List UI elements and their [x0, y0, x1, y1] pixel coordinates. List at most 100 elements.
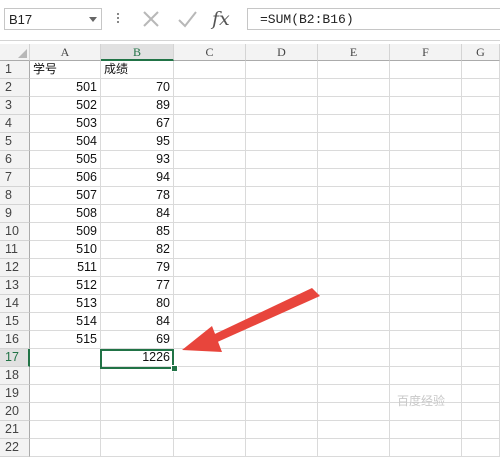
- cell-g11[interactable]: [462, 241, 500, 259]
- cell-b11[interactable]: 82: [101, 241, 174, 259]
- cell-c5[interactable]: [174, 133, 246, 151]
- cell-d7[interactable]: [246, 169, 318, 187]
- cell-c9[interactable]: [174, 205, 246, 223]
- cell-c16[interactable]: [174, 331, 246, 349]
- cell-g4[interactable]: [462, 115, 500, 133]
- cell-f10[interactable]: [390, 223, 462, 241]
- cell-d16[interactable]: [246, 331, 318, 349]
- cell-b17-total[interactable]: 1226: [101, 349, 174, 367]
- cell-b10[interactable]: 85: [101, 223, 174, 241]
- resize-handle-icon[interactable]: [116, 11, 120, 27]
- checkmark-icon[interactable]: [176, 8, 198, 30]
- cell-e1[interactable]: [318, 61, 390, 79]
- row-header-2[interactable]: 2: [0, 79, 30, 97]
- cell-a13[interactable]: 512: [30, 277, 101, 295]
- cell-c13[interactable]: [174, 277, 246, 295]
- cell-c17[interactable]: [174, 349, 246, 367]
- cell-e21[interactable]: [318, 421, 390, 439]
- cell-a3[interactable]: 502: [30, 97, 101, 115]
- column-header-a[interactable]: A: [30, 44, 101, 61]
- cell-a11[interactable]: 510: [30, 241, 101, 259]
- cell-e7[interactable]: [318, 169, 390, 187]
- cell-e3[interactable]: [318, 97, 390, 115]
- cancel-icon[interactable]: [140, 8, 162, 30]
- row-header-5[interactable]: 5: [0, 133, 30, 151]
- row-header-4[interactable]: 4: [0, 115, 30, 133]
- cell-e16[interactable]: [318, 331, 390, 349]
- cell-c20[interactable]: [174, 403, 246, 421]
- cell-g9[interactable]: [462, 205, 500, 223]
- cell-c8[interactable]: [174, 187, 246, 205]
- chevron-down-icon[interactable]: [89, 17, 97, 22]
- row-header-1[interactable]: 1: [0, 61, 30, 79]
- cell-e22[interactable]: [318, 439, 390, 457]
- cell-g14[interactable]: [462, 295, 500, 313]
- cell-f3[interactable]: [390, 97, 462, 115]
- cell-f8[interactable]: [390, 187, 462, 205]
- cell-g3[interactable]: [462, 97, 500, 115]
- cell-a21[interactable]: [30, 421, 101, 439]
- row-header-12[interactable]: 12: [0, 259, 30, 277]
- cell-f16[interactable]: [390, 331, 462, 349]
- cell-g5[interactable]: [462, 133, 500, 151]
- cell-a2[interactable]: 501: [30, 79, 101, 97]
- cell-c11[interactable]: [174, 241, 246, 259]
- cell-g12[interactable]: [462, 259, 500, 277]
- cell-g16[interactable]: [462, 331, 500, 349]
- cell-c22[interactable]: [174, 439, 246, 457]
- cell-f12[interactable]: [390, 259, 462, 277]
- cell-f6[interactable]: [390, 151, 462, 169]
- fill-handle[interactable]: [171, 365, 178, 372]
- cell-e18[interactable]: [318, 367, 390, 385]
- cell-b19[interactable]: [101, 385, 174, 403]
- cell-b20[interactable]: [101, 403, 174, 421]
- cell-b5[interactable]: 95: [101, 133, 174, 151]
- cell-e8[interactable]: [318, 187, 390, 205]
- cell-c12[interactable]: [174, 259, 246, 277]
- cell-d8[interactable]: [246, 187, 318, 205]
- cell-f7[interactable]: [390, 169, 462, 187]
- row-header-17[interactable]: 17: [0, 349, 30, 367]
- cell-d20[interactable]: [246, 403, 318, 421]
- cell-g6[interactable]: [462, 151, 500, 169]
- column-header-f[interactable]: F: [390, 44, 462, 61]
- cell-f1[interactable]: [390, 61, 462, 79]
- row-header-16[interactable]: 16: [0, 331, 30, 349]
- cell-g2[interactable]: [462, 79, 500, 97]
- cell-f14[interactable]: [390, 295, 462, 313]
- row-header-8[interactable]: 8: [0, 187, 30, 205]
- cell-c15[interactable]: [174, 313, 246, 331]
- cell-f13[interactable]: [390, 277, 462, 295]
- cell-c6[interactable]: [174, 151, 246, 169]
- cell-e6[interactable]: [318, 151, 390, 169]
- cell-f2[interactable]: [390, 79, 462, 97]
- cell-g8[interactable]: [462, 187, 500, 205]
- cell-c3[interactable]: [174, 97, 246, 115]
- cell-a18[interactable]: [30, 367, 101, 385]
- column-header-e[interactable]: E: [318, 44, 390, 61]
- cell-d14[interactable]: [246, 295, 318, 313]
- cell-b8[interactable]: 78: [101, 187, 174, 205]
- cell-b18[interactable]: [101, 367, 174, 385]
- cell-d2[interactable]: [246, 79, 318, 97]
- cell-a6[interactable]: 505: [30, 151, 101, 169]
- cell-b2[interactable]: 70: [101, 79, 174, 97]
- cell-f9[interactable]: [390, 205, 462, 223]
- cell-d4[interactable]: [246, 115, 318, 133]
- cell-d10[interactable]: [246, 223, 318, 241]
- cell-f15[interactable]: [390, 313, 462, 331]
- cell-a17[interactable]: [30, 349, 101, 367]
- cell-b21[interactable]: [101, 421, 174, 439]
- cell-g15[interactable]: [462, 313, 500, 331]
- cell-g21[interactable]: [462, 421, 500, 439]
- cell-e10[interactable]: [318, 223, 390, 241]
- cell-e11[interactable]: [318, 241, 390, 259]
- cell-f21[interactable]: [390, 421, 462, 439]
- cell-g1[interactable]: [462, 61, 500, 79]
- cell-c10[interactable]: [174, 223, 246, 241]
- cell-c14[interactable]: [174, 295, 246, 313]
- cell-f5[interactable]: [390, 133, 462, 151]
- cell-d12[interactable]: [246, 259, 318, 277]
- cell-b22[interactable]: [101, 439, 174, 457]
- cell-d11[interactable]: [246, 241, 318, 259]
